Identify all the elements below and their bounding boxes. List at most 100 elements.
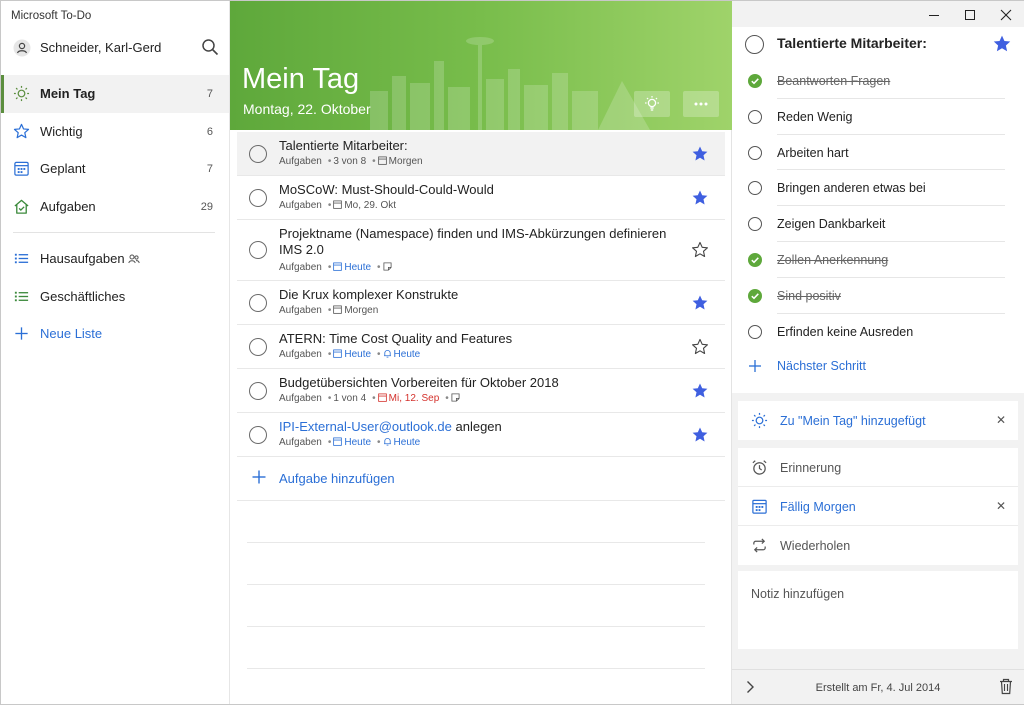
remove-from-my-day-button[interactable]: ✕ <box>996 413 1006 427</box>
step-item[interactable]: Sind positiv <box>732 278 1024 314</box>
star-filled-icon[interactable] <box>691 294 709 312</box>
new-list-button[interactable]: Neue Liste <box>1 315 229 353</box>
smart-lists: Mein Tag 7 Wichtig 6 Geplant 7 Aufgaben … <box>1 75 229 225</box>
minimize-icon[interactable] <box>926 7 942 23</box>
my-day-row[interactable]: Zu "Mein Tag" hinzugefügt ✕ <box>738 401 1018 440</box>
task-complete-checkbox[interactable] <box>249 145 267 163</box>
step-item[interactable]: Bringen anderen etwas bei <box>732 170 1024 207</box>
task-row[interactable]: Projektname (Namespace) finden und IMS-A… <box>237 220 725 281</box>
due-date-row[interactable]: Fällig Morgen ✕ <box>738 487 1018 526</box>
task-complete-checkbox[interactable] <box>249 241 267 259</box>
list-label: Hausaufgaben <box>40 251 125 266</box>
star-filled-icon[interactable] <box>691 382 709 400</box>
step-item[interactable]: Reden Wenig <box>732 99 1024 135</box>
sidebar: Microsoft To-Do Schneider, Karl-Gerd Mei… <box>1 1 230 704</box>
empty-row <box>247 501 705 543</box>
task-meta: Aufgaben • Heute • Heute <box>279 349 421 360</box>
list-label: Geschäftliches <box>40 288 126 304</box>
task-complete-checkbox[interactable] <box>249 294 267 312</box>
task-list-name: Aufgaben <box>279 437 322 448</box>
task-complete-checkbox[interactable] <box>745 35 764 54</box>
list-item-hausaufgaben[interactable]: Hausaufgaben <box>1 240 229 278</box>
note-field[interactable]: Notiz hinzufügen <box>738 571 1018 649</box>
calendar-icon <box>333 437 343 446</box>
task-list-name: Aufgaben <box>279 349 322 360</box>
task-row[interactable]: MoSCoW: Must-Should-Could-Would Aufgaben… <box>237 176 725 220</box>
step-item[interactable]: Beantworten Fragen <box>732 63 1024 99</box>
user-account[interactable]: Schneider, Karl-Gerd <box>1 33 229 63</box>
close-icon[interactable] <box>998 7 1014 23</box>
trash-icon[interactable] <box>998 678 1014 695</box>
nav-item-geplant[interactable]: Geplant 7 <box>1 150 229 188</box>
add-task-label: Aufgabe hinzufügen <box>279 471 395 486</box>
step-checkbox[interactable] <box>748 324 762 339</box>
new-list-label: Neue Liste <box>40 326 103 341</box>
task-complete-checkbox[interactable] <box>249 426 267 444</box>
repeat-row[interactable]: Wiederholen <box>738 526 1018 565</box>
empty-row <box>247 627 705 669</box>
reminder-row[interactable]: Erinnerung <box>738 448 1018 487</box>
alarm-clock-icon <box>752 460 767 475</box>
step-item[interactable]: Zeigen Dankbarkeit <box>732 206 1024 242</box>
nav-item-aufgaben[interactable]: Aufgaben 29 <box>1 188 229 226</box>
maximize-icon[interactable] <box>962 7 978 23</box>
step-item[interactable]: Arbeiten hart <box>732 135 1024 171</box>
nav-item-wichtig[interactable]: Wichtig 6 <box>1 113 229 151</box>
task-row[interactable]: ATERN: Time Cost Quality and Features Au… <box>237 325 725 369</box>
step-item[interactable]: Erfinden keine Ausreden <box>732 314 1024 350</box>
list-date: Montag, 22. Oktober <box>243 101 371 117</box>
more-options-button[interactable] <box>683 91 719 117</box>
task-title-rest: anlegen <box>451 419 502 434</box>
task-list-name: Aufgaben <box>279 393 322 404</box>
step-checkbox[interactable] <box>748 109 762 124</box>
nav-count: 6 <box>206 125 213 138</box>
task-complete-checkbox[interactable] <box>249 382 267 400</box>
bell-icon <box>383 438 391 446</box>
task-complete-checkbox[interactable] <box>249 338 267 356</box>
star-filled-icon[interactable] <box>992 34 1012 54</box>
remove-due-date-button[interactable]: ✕ <box>996 499 1006 513</box>
nav-label: Geplant <box>40 161 86 176</box>
step-checkbox[interactable] <box>748 181 762 196</box>
task-complete-checkbox[interactable] <box>249 189 267 207</box>
due-date-label: Fällig Morgen <box>780 500 856 514</box>
lightbulb-icon <box>645 96 659 111</box>
nav-label: Wichtig <box>40 123 83 139</box>
detail-task-title[interactable]: Talentierte Mitarbeiter: <box>777 35 927 51</box>
suggestions-button[interactable] <box>634 91 670 117</box>
empty-row <box>247 543 705 585</box>
check-circle-icon[interactable] <box>748 288 762 303</box>
task-row[interactable]: IPI-External-User@outlook.de anlegen Auf… <box>237 413 725 457</box>
check-circle-icon[interactable] <box>748 252 762 267</box>
star-outline-icon[interactable] <box>691 338 709 356</box>
repeat-icon <box>753 538 766 553</box>
step-item[interactable]: Zollen Anerkennung <box>732 242 1024 278</box>
task-row[interactable]: Budgetübersichten Vorbereiten für Oktobe… <box>237 369 725 413</box>
custom-lists: Hausaufgaben Geschäftliches Neue Liste <box>1 240 229 353</box>
task-row[interactable]: Talentierte Mitarbeiter: Aufgaben • 3 von … <box>237 132 725 176</box>
task-progress: 3 von 8 <box>333 156 367 167</box>
nav-item-mein-tag[interactable]: Mein Tag 7 <box>1 75 229 113</box>
star-filled-icon[interactable] <box>691 145 709 163</box>
star-outline-icon[interactable] <box>691 241 709 259</box>
task-title: Die Krux komplexer Konstrukte <box>279 287 459 302</box>
star-filled-icon[interactable] <box>691 426 709 444</box>
task-due-overdue: Mi, 12. Sep <box>388 393 440 404</box>
step-checkbox[interactable] <box>748 217 762 232</box>
skyline-illustration <box>370 37 650 130</box>
add-task-button[interactable]: Aufgabe hinzufügen <box>237 457 725 501</box>
step-checkbox[interactable] <box>748 145 762 160</box>
add-step-button[interactable]: Nächster Schritt <box>732 349 1024 385</box>
step-label: Reden Wenig <box>777 109 853 124</box>
task-title-link[interactable]: IPI-External-User@outlook.de <box>279 419 452 434</box>
note-icon <box>383 262 392 271</box>
task-due: Heute <box>344 437 372 448</box>
calendar-icon <box>377 393 387 402</box>
star-filled-icon[interactable] <box>691 189 709 207</box>
task-row[interactable]: Die Krux komplexer Konstrukte Aufgaben • M… <box>237 281 725 325</box>
calendar-icon <box>333 349 343 358</box>
check-circle-icon[interactable] <box>748 74 762 88</box>
search-icon[interactable] <box>201 38 219 56</box>
list-title: Mein Tag <box>242 63 360 95</box>
list-item-geschaeftliches[interactable]: Geschäftliches <box>1 278 229 316</box>
